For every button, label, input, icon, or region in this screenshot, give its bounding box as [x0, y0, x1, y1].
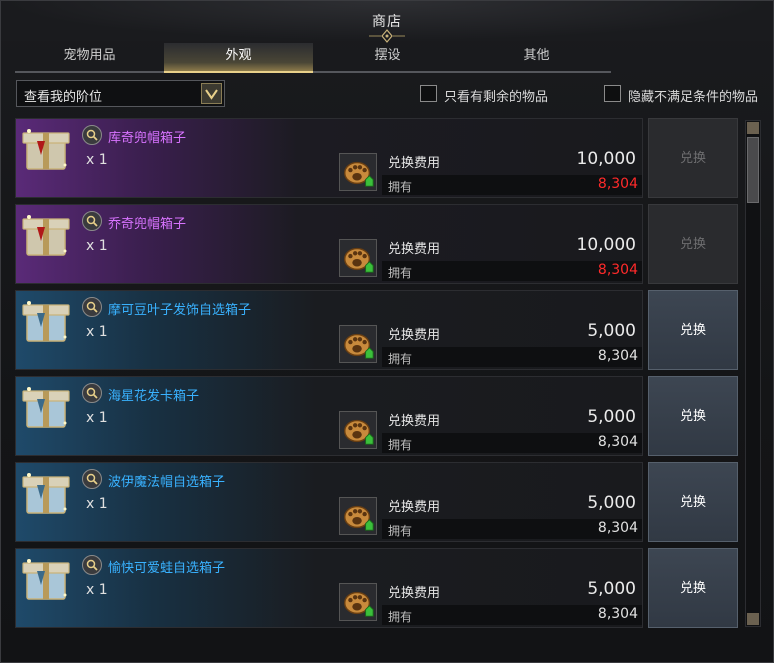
- item-quantity: x 1: [86, 324, 108, 340]
- owned-bar: 拥有 8,304: [382, 519, 642, 539]
- item-quantity: x 1: [86, 582, 108, 598]
- cost-value: 5,000: [587, 579, 636, 599]
- item-name: 海星花发卡箱子: [108, 389, 200, 404]
- cost-label: 兑换费用: [388, 328, 441, 343]
- owned-value: 8,304: [597, 262, 638, 278]
- exchange-button[interactable]: 兑换: [648, 376, 738, 456]
- cost-value: 5,000: [587, 407, 636, 427]
- item-name: 库奇兜帽箱子: [108, 131, 187, 146]
- gift-box-icon: [22, 301, 70, 342]
- tab-other[interactable]: 其他: [462, 43, 611, 73]
- cost-value: 10,000: [576, 149, 636, 169]
- window-title: 商店: [372, 14, 402, 30]
- owned-bar: 拥有 8,304: [382, 347, 642, 367]
- title-ornament-icon: [369, 29, 405, 43]
- owned-bar: 拥有 8,304: [382, 433, 642, 453]
- paw-token-icon: [339, 497, 377, 535]
- exchange-button[interactable]: 兑换: [648, 548, 738, 628]
- owned-label: 拥有: [388, 610, 413, 624]
- exchange-button[interactable]: 兑换: [648, 204, 738, 284]
- gift-box-icon: [22, 559, 70, 600]
- title-bar: 商店: [1, 1, 773, 43]
- tab-appearance[interactable]: 外观: [164, 43, 313, 73]
- owned-value: 8,304: [597, 606, 638, 622]
- item-card: 库奇兜帽箱子 x 1 兑换费用 10,000 拥有 8,304: [15, 118, 643, 198]
- item-list: 库奇兜帽箱子 x 1 兑换费用 10,000 拥有 8,304 兑换 乔奇兜帽箱…: [15, 118, 741, 628]
- gift-box-icon: [22, 387, 70, 428]
- tab-pet-supplies[interactable]: 宠物用品: [15, 43, 164, 73]
- paw-token-icon: [339, 153, 377, 191]
- owned-value: 8,304: [597, 520, 638, 536]
- item-name: 愉快可爱蛙自选箱子: [108, 561, 226, 576]
- magnifier-icon[interactable]: [82, 383, 102, 403]
- exchange-button[interactable]: 兑换: [648, 462, 738, 542]
- tab-decoration[interactable]: 摆设: [313, 43, 462, 73]
- magnifier-icon[interactable]: [82, 125, 102, 145]
- item-card: 波伊魔法帽自选箱子 x 1 兑换费用 5,000 拥有 8,304: [15, 462, 643, 542]
- item-name: 摩可豆叶子发饰自选箱子: [108, 303, 252, 318]
- paw-token-icon: [339, 325, 377, 363]
- owned-bar: 拥有 8,304: [382, 605, 642, 625]
- paw-token-icon: [339, 239, 377, 277]
- cost-value: 5,000: [587, 493, 636, 513]
- gift-box-icon: [22, 129, 70, 170]
- owned-value: 8,304: [597, 176, 638, 192]
- item-card: 愉快可爱蛙自选箱子 x 1 兑换费用 5,000 拥有 8,304: [15, 548, 643, 628]
- dropdown-value: 查看我的阶位: [24, 90, 103, 105]
- gift-box-icon: [22, 473, 70, 514]
- checkbox-label: 隐藏不满足条件的物品: [628, 90, 759, 105]
- chevron-down-icon[interactable]: [201, 83, 222, 104]
- shop-item-row: 海星花发卡箱子 x 1 兑换费用 5,000 拥有 8,304 兑换: [15, 376, 741, 456]
- item-name: 乔奇兜帽箱子: [108, 217, 187, 232]
- owned-value: 8,304: [597, 348, 638, 364]
- cost-label: 兑换费用: [388, 586, 441, 601]
- cost-value: 5,000: [587, 321, 636, 341]
- paw-token-icon: [339, 583, 377, 621]
- owned-label: 拥有: [388, 438, 413, 452]
- checkbox-label: 只看有剩余的物品: [444, 90, 549, 105]
- rank-dropdown[interactable]: 查看我的阶位: [16, 80, 225, 107]
- cost-label: 兑换费用: [388, 156, 441, 171]
- owned-label: 拥有: [388, 266, 413, 280]
- owned-bar: 拥有 8,304: [382, 175, 642, 195]
- cost-value: 10,000: [576, 235, 636, 255]
- shop-item-row: 波伊魔法帽自选箱子 x 1 兑换费用 5,000 拥有 8,304 兑换: [15, 462, 741, 542]
- gift-box-icon: [22, 215, 70, 256]
- shop-window: 商店 宠物用品 外观 摆设 其他 查看我的阶位 只看有剩余的物品 隐藏不满足条件…: [0, 0, 774, 663]
- item-name: 波伊魔法帽自选箱子: [108, 475, 226, 490]
- exchange-button[interactable]: 兑换: [648, 118, 738, 198]
- scrollbar[interactable]: [745, 120, 761, 627]
- shop-item-row: 摩可豆叶子发饰自选箱子 x 1 兑换费用 5,000 拥有 8,304 兑换: [15, 290, 741, 370]
- checkbox-box[interactable]: [604, 85, 621, 102]
- item-quantity: x 1: [86, 238, 108, 254]
- item-card: 乔奇兜帽箱子 x 1 兑换费用 10,000 拥有 8,304: [15, 204, 643, 284]
- item-card: 海星花发卡箱子 x 1 兑换费用 5,000 拥有 8,304: [15, 376, 643, 456]
- paw-token-icon: [339, 411, 377, 449]
- magnifier-icon[interactable]: [82, 469, 102, 489]
- magnifier-icon[interactable]: [82, 297, 102, 317]
- shop-item-row: 乔奇兜帽箱子 x 1 兑换费用 10,000 拥有 8,304 兑换: [15, 204, 741, 284]
- item-quantity: x 1: [86, 152, 108, 168]
- scroll-up-arrow-icon[interactable]: [747, 122, 759, 134]
- scroll-thumb[interactable]: [747, 137, 759, 203]
- checkbox-box[interactable]: [420, 85, 437, 102]
- cost-label: 兑换费用: [388, 414, 441, 429]
- owned-value: 8,304: [597, 434, 638, 450]
- owned-label: 拥有: [388, 180, 413, 194]
- owned-label: 拥有: [388, 524, 413, 538]
- owned-label: 拥有: [388, 352, 413, 366]
- scroll-down-arrow-icon[interactable]: [747, 613, 759, 625]
- cost-label: 兑换费用: [388, 242, 441, 257]
- item-quantity: x 1: [86, 496, 108, 512]
- exchange-button[interactable]: 兑换: [648, 290, 738, 370]
- item-quantity: x 1: [86, 410, 108, 426]
- magnifier-icon[interactable]: [82, 555, 102, 575]
- cost-label: 兑换费用: [388, 500, 441, 515]
- shop-item-row: 愉快可爱蛙自选箱子 x 1 兑换费用 5,000 拥有 8,304 兑换: [15, 548, 741, 628]
- shop-item-row: 库奇兜帽箱子 x 1 兑换费用 10,000 拥有 8,304 兑换: [15, 118, 741, 198]
- item-card: 摩可豆叶子发饰自选箱子 x 1 兑换费用 5,000 拥有 8,304: [15, 290, 643, 370]
- owned-bar: 拥有 8,304: [382, 261, 642, 281]
- magnifier-icon[interactable]: [82, 211, 102, 231]
